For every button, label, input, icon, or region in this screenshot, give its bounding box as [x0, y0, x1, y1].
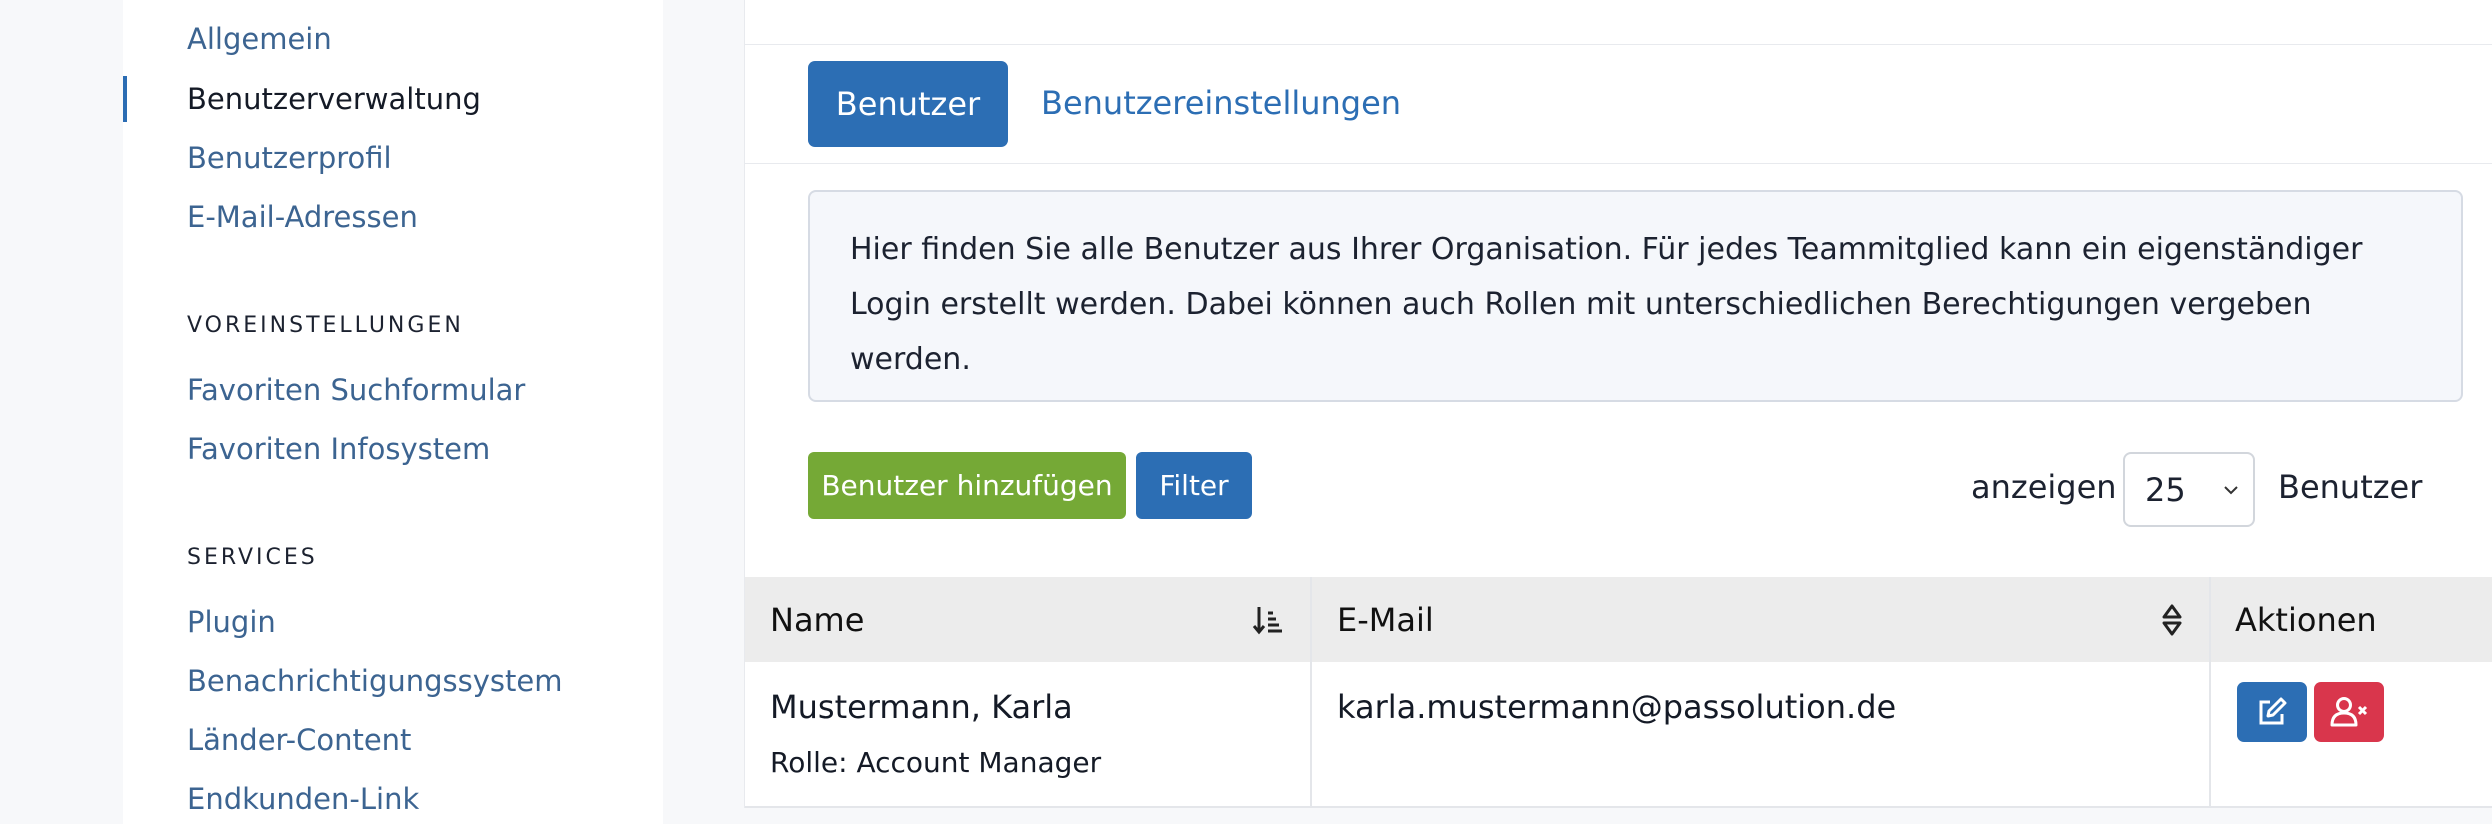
page-size-value: 25	[2145, 470, 2186, 509]
user-role: Rolle: Account Manager	[770, 746, 1102, 779]
add-user-button[interactable]: Benutzer hinzufügen	[808, 452, 1126, 519]
sidebar-item-allgemein[interactable]: Allgemein	[187, 22, 332, 56]
edit-icon	[2259, 697, 2287, 725]
sidebar-item-benachrichtigungssystem[interactable]: Benachrichtigungssystem	[187, 664, 562, 698]
page-size-suffix: Benutzer	[2278, 468, 2423, 506]
column-header-actions: Aktionen	[2235, 601, 2377, 639]
sort-icon[interactable]	[2160, 601, 2184, 639]
sidebar-active-indicator	[123, 76, 127, 122]
remove-user-icon	[2330, 697, 2368, 727]
column-divider	[2209, 577, 2211, 808]
remove-user-button[interactable]	[2314, 682, 2384, 742]
sidebar-item-endkunden-link[interactable]: Endkunden-Link	[187, 782, 419, 816]
user-email: karla.mustermann@passolution.de	[1337, 688, 1897, 726]
info-text: Hier finden Sie alle Benutzer aus Ihrer …	[850, 232, 2363, 377]
tab-benutzer[interactable]: Benutzer	[808, 61, 1008, 147]
sidebar-item-email-adressen[interactable]: E-Mail-Adressen	[187, 200, 418, 234]
divider	[745, 806, 2492, 808]
sidebar-item-plugin[interactable]: Plugin	[187, 605, 276, 639]
sidebar-item-favoriten-infosystem[interactable]: Favoriten Infosystem	[187, 432, 490, 466]
sidebar: Allgemein Benutzerverwaltung Benutzerpro…	[123, 0, 663, 824]
user-name: Mustermann, Karla	[770, 688, 1073, 726]
divider	[745, 44, 2492, 45]
sidebar-item-laender-content[interactable]: Länder-Content	[187, 723, 411, 757]
page-size-label: anzeigen	[1971, 468, 2117, 506]
tab-benutzereinstellungen[interactable]: Benutzereinstellungen	[1041, 84, 1401, 122]
divider	[745, 163, 2492, 164]
column-header-name[interactable]: Name	[770, 601, 864, 639]
column-header-email[interactable]: E-Mail	[1337, 601, 1434, 639]
chevron-down-icon	[2224, 486, 2238, 495]
sidebar-section-presets: VOREINSTELLUNGEN	[187, 313, 464, 338]
sidebar-item-benutzerverwaltung[interactable]: Benutzerverwaltung	[187, 82, 481, 116]
sidebar-item-benutzerprofil[interactable]: Benutzerprofil	[187, 141, 392, 175]
table-header: Name E-Mail Aktionen	[745, 577, 2492, 662]
column-divider	[1310, 577, 1312, 808]
info-box: Hier finden Sie alle Benutzer aus Ihrer …	[808, 190, 2463, 402]
page-size-select[interactable]: 25	[2123, 452, 2255, 527]
filter-button[interactable]: Filter	[1136, 452, 1252, 519]
main-panel: Benutzer Benutzereinstellungen Hier find…	[744, 0, 2492, 808]
sidebar-section-services: SERVICES	[187, 545, 318, 570]
edit-user-button[interactable]	[2237, 682, 2307, 742]
sidebar-item-favoriten-suchformular[interactable]: Favoriten Suchformular	[187, 373, 525, 407]
sort-ascending-icon[interactable]	[1251, 603, 1285, 637]
